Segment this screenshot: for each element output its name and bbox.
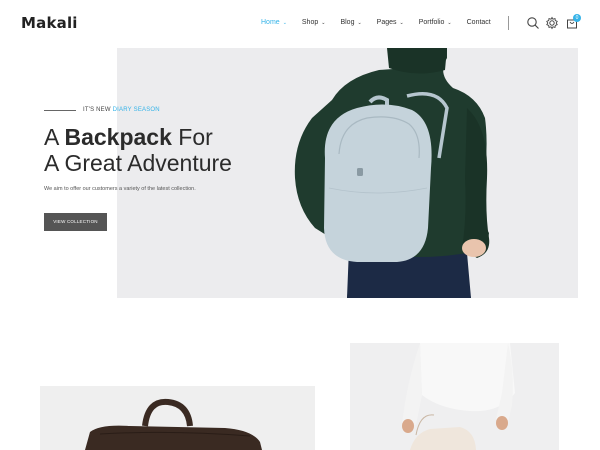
eyebrow-highlight: DIARY SEASON xyxy=(112,107,160,113)
product-tile-leather-bag[interactable] xyxy=(40,386,315,450)
nav-item-label: Shop xyxy=(301,19,319,26)
leather-bag-image xyxy=(85,398,262,450)
nav-item-home[interactable]: Home ⌄ xyxy=(261,19,287,26)
hero-title-line1: A Backpack For xyxy=(44,124,213,150)
chevron-down-icon: ⌄ xyxy=(321,19,326,26)
nav-item-label: Pages xyxy=(376,19,397,26)
gear-icon[interactable] xyxy=(545,16,559,30)
chevron-down-icon: ⌄ xyxy=(399,19,404,26)
nav-item-label: Portfolio xyxy=(418,19,445,26)
nav-item-pages[interactable]: Pages ⌄ xyxy=(377,19,404,26)
chevron-down-icon: ⌄ xyxy=(282,19,287,26)
nav-item-label: Blog xyxy=(340,19,355,26)
cart-count-badge: 0 xyxy=(573,14,581,22)
title-bold: Backpack xyxy=(64,124,172,150)
white-shirt-model-image xyxy=(402,343,515,450)
title-post: For xyxy=(171,124,213,150)
view-collection-button[interactable]: VIEW COLLECTION xyxy=(44,213,107,231)
nav-item-contact[interactable]: Contact xyxy=(467,19,491,26)
main-nav: Home ⌄ Shop ⌄ Blog ⌄ Pages ⌄ Portfolio ⌄… xyxy=(261,19,506,26)
hero-title-line2: A Great Adventure xyxy=(44,150,232,176)
nav-item-blog[interactable]: Blog ⌄ xyxy=(340,19,361,26)
search-icon[interactable] xyxy=(526,16,540,30)
nav-item-label: Home xyxy=(261,19,280,26)
nav-item-shop[interactable]: Shop ⌄ xyxy=(302,19,326,26)
title-pre: A xyxy=(44,124,65,150)
nav-item-portfolio[interactable]: Portfolio ⌄ xyxy=(419,19,452,26)
site-header: Makali Home ⌄ Shop ⌄ Blog ⌄ Pages ⌄ Port… xyxy=(0,0,600,48)
nav-item-label: Contact xyxy=(466,19,491,26)
brand-logo[interactable]: Makali xyxy=(21,14,78,32)
product-tile-white-shirt[interactable] xyxy=(350,343,559,450)
chevron-down-icon: ⌄ xyxy=(447,19,452,26)
nav-divider xyxy=(508,16,509,30)
eyebrow-line xyxy=(44,110,76,111)
hero-description: We aim to offer our customers a variety … xyxy=(44,186,196,192)
hero-eyebrow: IT'S NEW DIARY SEASON xyxy=(83,107,160,113)
chevron-down-icon: ⌄ xyxy=(357,19,362,26)
eyebrow-prefix: IT'S NEW xyxy=(83,107,113,113)
